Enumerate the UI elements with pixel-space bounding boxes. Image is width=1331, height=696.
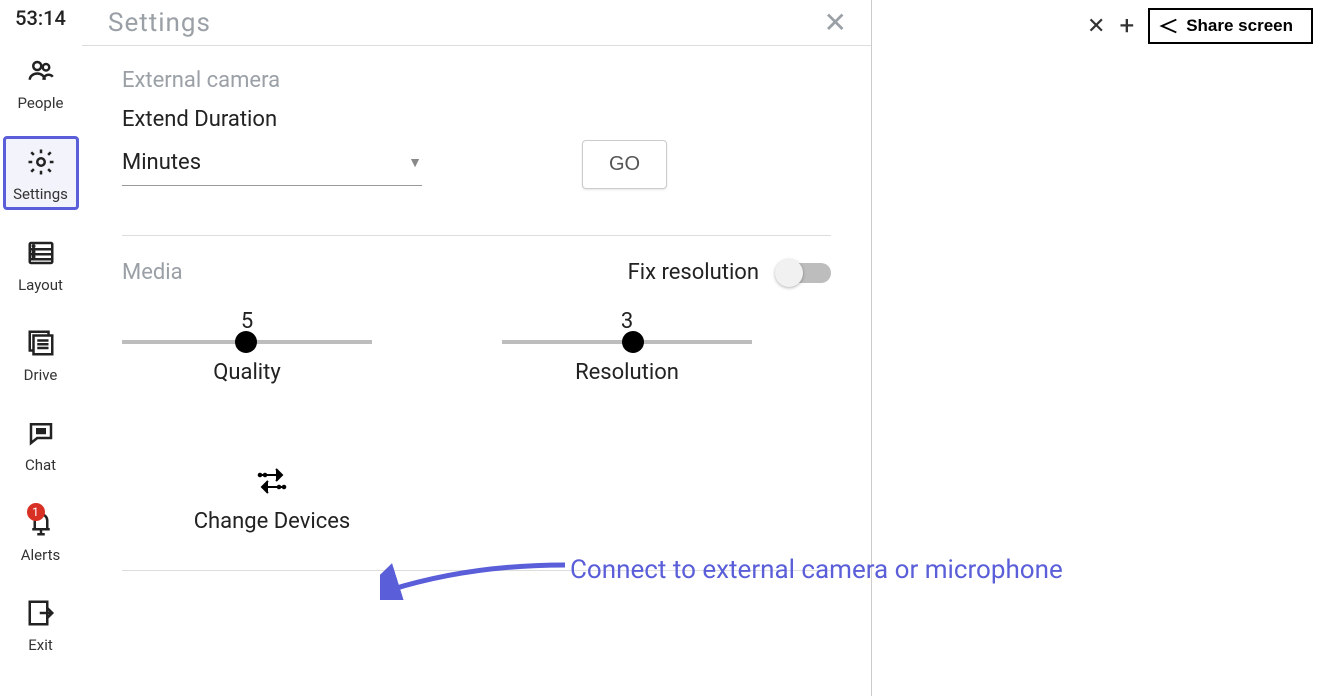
sidebar-item-label: Alerts xyxy=(21,546,61,564)
sidebar-item-drive[interactable]: Drive xyxy=(3,318,79,390)
duration-unit-select[interactable]: Minutes ▼ xyxy=(122,144,422,186)
panel-title: Settings xyxy=(108,8,211,38)
settings-panel: Settings ✕ External camera Extend Durati… xyxy=(82,0,872,696)
layout-icon xyxy=(26,238,56,272)
slider-track[interactable] xyxy=(122,340,372,344)
session-timer: 53:14 xyxy=(15,6,66,30)
sidebar-item-label: Layout xyxy=(18,276,63,294)
sidebar-item-label: Settings xyxy=(13,185,68,203)
section-external-camera: External camera xyxy=(122,68,831,93)
toggle-knob xyxy=(775,259,803,287)
drive-icon xyxy=(26,328,56,362)
gear-icon xyxy=(26,147,56,181)
divider xyxy=(122,570,831,571)
share-label: Share screen xyxy=(1186,16,1293,36)
right-panel: ✕ + Share screen xyxy=(872,0,1331,696)
swap-icon xyxy=(252,465,292,499)
section-media: Media xyxy=(122,260,183,285)
resolution-label: Resolution xyxy=(575,360,679,385)
sidebar-item-label: Drive xyxy=(24,366,58,384)
slider-thumb[interactable] xyxy=(235,331,257,353)
alert-badge: 1 xyxy=(27,503,45,521)
resolution-slider[interactable]: 3 Resolution xyxy=(502,309,752,385)
change-devices-button[interactable]: Change Devices xyxy=(162,465,382,534)
extend-duration-label: Extend Duration xyxy=(122,107,831,132)
sidebar-item-label: People xyxy=(18,94,64,112)
sidebar-item-chat[interactable]: Chat xyxy=(3,408,79,480)
sidebar-item-exit[interactable]: Exit xyxy=(3,588,79,660)
slider-thumb[interactable] xyxy=(622,331,644,353)
sidebar-item-label: Exit xyxy=(28,636,53,654)
sidebar-item-label: Chat xyxy=(25,456,56,474)
chevron-left-icon xyxy=(1158,17,1180,35)
sidebar-item-layout[interactable]: Layout xyxy=(3,228,79,300)
share-screen-button[interactable]: Share screen xyxy=(1148,8,1313,44)
sidebar-item-alerts[interactable]: 1 Alerts xyxy=(3,498,79,570)
slider-track[interactable] xyxy=(502,340,752,344)
select-value: Minutes xyxy=(122,150,201,175)
sidebar-item-settings[interactable]: Settings xyxy=(3,136,79,210)
sidebar: 53:14 People Settings xyxy=(0,0,82,696)
go-button[interactable]: GO xyxy=(582,140,667,189)
chat-icon xyxy=(26,418,56,452)
quality-slider[interactable]: 5 Quality xyxy=(122,309,372,385)
people-icon xyxy=(26,56,56,90)
fix-resolution-label: Fix resolution xyxy=(628,260,759,285)
fix-resolution-toggle[interactable] xyxy=(777,263,831,283)
divider xyxy=(122,235,831,236)
change-devices-label: Change Devices xyxy=(194,509,351,534)
exit-icon xyxy=(26,598,56,632)
sidebar-item-people[interactable]: People xyxy=(3,46,79,118)
quality-label: Quality xyxy=(213,360,281,385)
topbar: ✕ + Share screen xyxy=(1087,8,1313,44)
close-icon[interactable]: ✕ xyxy=(1087,14,1105,39)
plus-icon[interactable]: + xyxy=(1119,11,1134,41)
close-icon[interactable]: ✕ xyxy=(824,6,847,39)
chevron-down-icon: ▼ xyxy=(408,154,422,171)
